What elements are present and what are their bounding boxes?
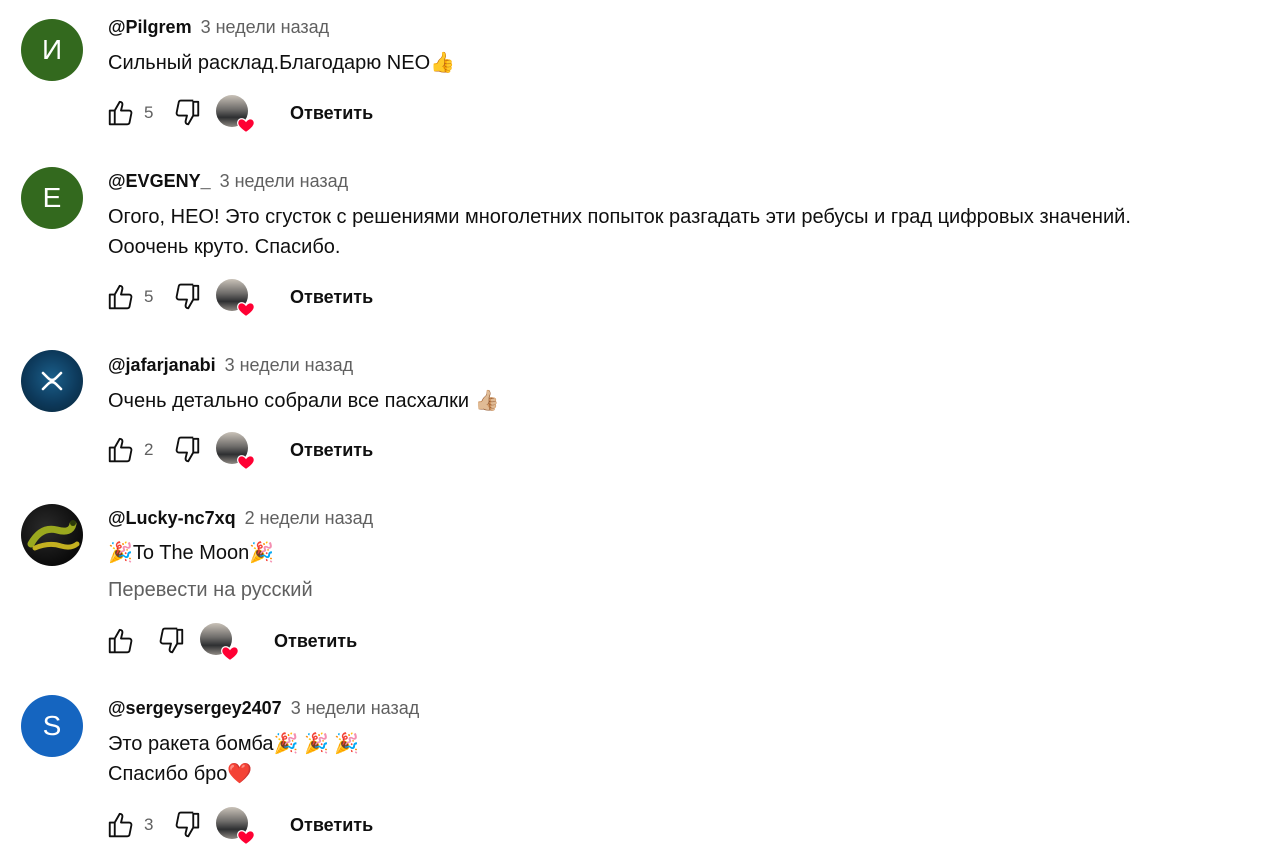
like-button[interactable] (104, 96, 138, 130)
creator-heart-badge[interactable] (216, 432, 255, 471)
avatar[interactable] (21, 504, 83, 566)
comment-author[interactable]: @Pilgrem (108, 17, 192, 37)
like-button[interactable] (104, 280, 138, 314)
comment-actions: Ответить (104, 621, 357, 662)
thumbs-up-icon (108, 284, 133, 310)
like-count: 5 (144, 287, 154, 306)
comment-time[interactable]: 3 недели назад (220, 171, 349, 191)
heart-icon (237, 118, 255, 134)
dislike-button[interactable] (170, 433, 204, 467)
like-button[interactable] (104, 433, 138, 467)
comment-author[interactable]: @Lucky-nc7xq (108, 508, 236, 528)
dislike-button[interactable] (170, 808, 204, 842)
avatar[interactable]: E (21, 167, 83, 229)
comment-header: @sergeysergey2407 3 недели назад (108, 697, 419, 719)
comment-header: @Lucky-nc7xq 2 недели назад (108, 507, 373, 529)
thumbs-down-icon (175, 283, 200, 310)
avatar[interactable]: S (21, 695, 83, 757)
thumbs-up-icon (108, 437, 133, 463)
comment-text: 🎉To The Moon🎉 (108, 542, 275, 564)
avatar[interactable]: И (21, 19, 83, 81)
thumbs-up-icon (108, 628, 133, 654)
like-count: 5 (144, 103, 154, 122)
heart-icon (237, 830, 255, 846)
comment-header: @EVGENY_ 3 недели назад (108, 170, 348, 192)
heart-icon (237, 302, 255, 318)
comment-time[interactable]: 2 недели назад (245, 508, 374, 528)
reply-button[interactable]: Ответить (290, 287, 373, 308)
thumbs-up-icon (108, 812, 133, 838)
snake-image-icon (27, 520, 80, 551)
comment-actions: 2 Ответить (104, 430, 373, 471)
thumbs-down-icon (175, 811, 200, 838)
comment-text: Это ракета бомба🎉 🎉 🎉 (108, 733, 360, 755)
avatar-letter: S (42, 710, 62, 741)
avatar-letter: E (42, 182, 62, 213)
reply-button[interactable]: Ответить (290, 103, 373, 124)
thumbs-down-icon (175, 436, 200, 463)
comment-time[interactable]: 3 недели назад (201, 17, 330, 37)
avatar-letter: И (41, 34, 63, 65)
thumbs-up-icon (108, 100, 133, 126)
comment-text: Очень детально собрали все пасхалки 👍🏼 (108, 390, 500, 412)
comment-text: Сильный расклад.Благодарю NEO👍 (108, 52, 456, 74)
heart-icon (237, 455, 255, 471)
thumbs-down-icon (159, 627, 184, 654)
like-count: 3 (144, 815, 154, 834)
like-button[interactable] (104, 624, 138, 658)
comment-time[interactable]: 3 недели назад (291, 698, 420, 718)
dislike-button[interactable] (154, 624, 188, 658)
comment-author[interactable]: @sergeysergey2407 (108, 698, 282, 718)
dislike-button[interactable] (170, 280, 204, 314)
creator-heart-badge[interactable] (200, 623, 239, 662)
reply-button[interactable]: Ответить (290, 440, 373, 461)
heart-icon (221, 646, 239, 662)
comment-header: @Pilgrem 3 недели назад (108, 16, 329, 38)
comment-text: Спасибо бро❤️ (108, 763, 253, 785)
comment-author[interactable]: @EVGENY_ (108, 171, 211, 191)
xrp-logo-icon (41, 371, 63, 391)
comment-text: Ооочень круто. Спасибо. (108, 236, 341, 258)
reply-button[interactable]: Ответить (290, 815, 373, 836)
comment-header: @jafarjanabi 3 недели назад (108, 354, 353, 376)
translate-link[interactable]: Перевести на русский (108, 577, 313, 603)
reply-button[interactable]: Ответить (274, 631, 357, 652)
thumbs-down-icon (175, 99, 200, 126)
like-button[interactable] (104, 808, 138, 842)
comment-actions: 3 Ответить (104, 805, 373, 846)
creator-heart-badge[interactable] (216, 807, 255, 846)
comment-actions: 5 Ответить (104, 277, 373, 318)
like-count: 2 (144, 440, 154, 459)
comment-text: Огого, НЕО! Это сгусток с решениями мног… (108, 206, 1131, 228)
creator-heart-badge[interactable] (216, 95, 255, 134)
comment-author[interactable]: @jafarjanabi (108, 355, 216, 375)
creator-heart-badge[interactable] (216, 279, 255, 318)
avatar[interactable] (21, 350, 83, 412)
dislike-button[interactable] (170, 96, 204, 130)
comment-actions: 5 Ответить (104, 93, 373, 134)
comment-time[interactable]: 3 недели назад (225, 355, 354, 375)
